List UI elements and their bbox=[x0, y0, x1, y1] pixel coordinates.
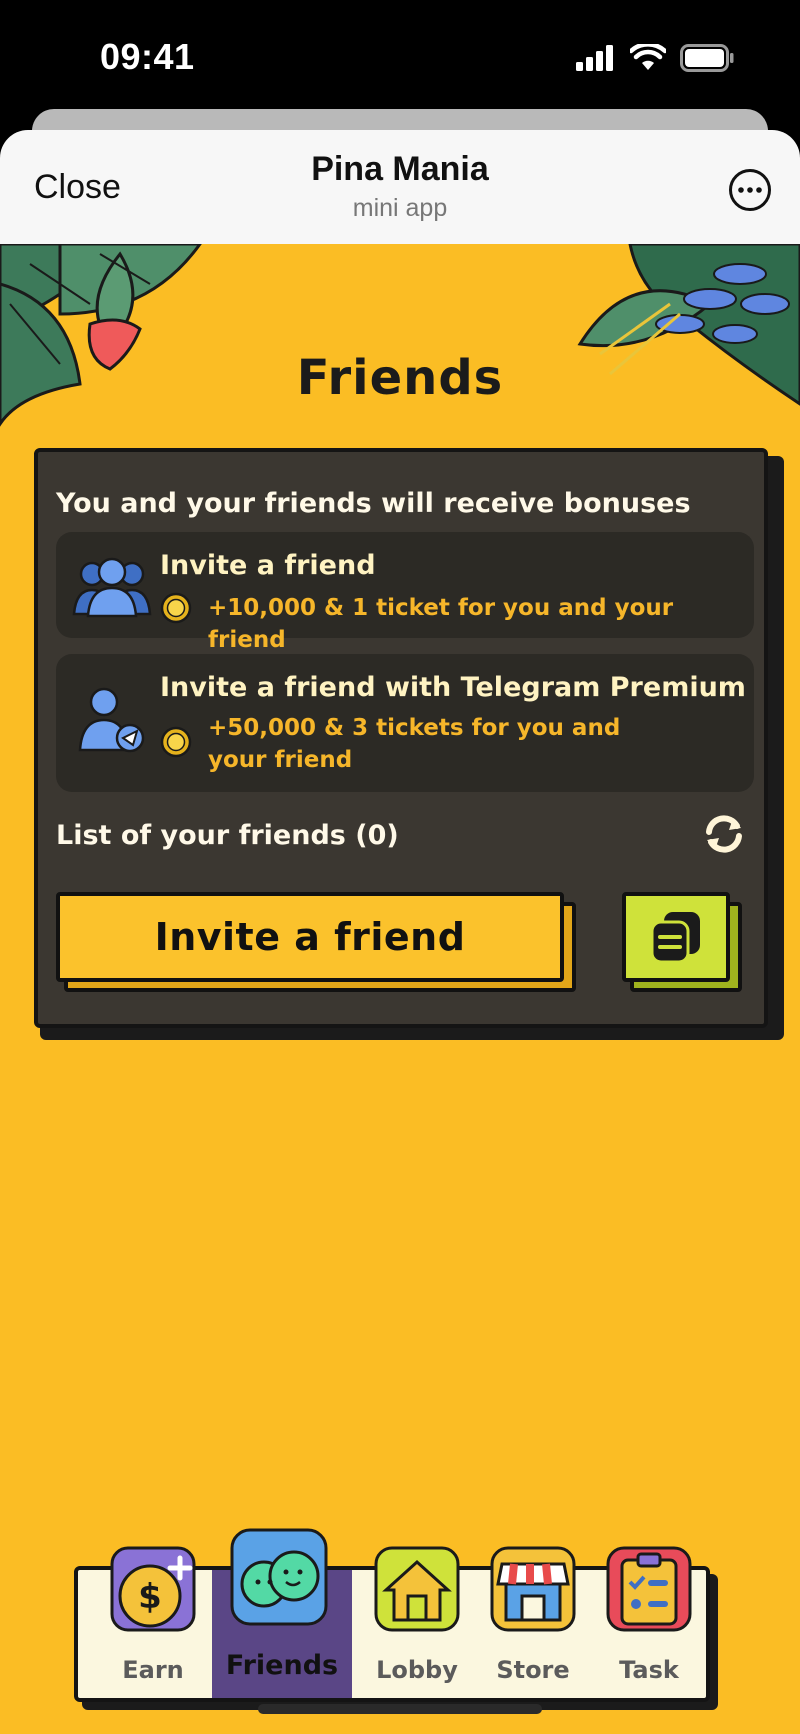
bonus-invite-premium-friend: Invite a friend with Telegram Premium +5… bbox=[56, 654, 754, 792]
copy-icon bbox=[650, 912, 700, 964]
copy-button-face bbox=[622, 892, 730, 982]
bonus-title: Invite a friend with Telegram Premium bbox=[160, 672, 746, 703]
nav-label: Friends bbox=[225, 1650, 339, 1681]
status-time: 09:41 bbox=[100, 36, 195, 77]
bonus-intro-text: You and your friends will receive bonuse… bbox=[56, 488, 691, 519]
copy-link-button[interactable] bbox=[622, 892, 742, 992]
invite-button-label: Invite a friend bbox=[56, 892, 564, 982]
bonus-reward: +50,000 & 3 tickets for you and your fri… bbox=[208, 715, 621, 773]
friends-card: You and your friends will receive bonuse… bbox=[34, 448, 768, 1028]
nav-label: Task bbox=[619, 1656, 679, 1684]
status-icons bbox=[576, 44, 734, 72]
refresh-icon[interactable] bbox=[700, 810, 748, 858]
nav-item-store[interactable]: Store bbox=[468, 1546, 584, 1698]
nav-item-task[interactable]: Task bbox=[584, 1546, 700, 1698]
coin-icon bbox=[160, 592, 192, 624]
bonus-title: Invite a friend bbox=[160, 550, 376, 581]
leaves-decoration-left bbox=[0, 244, 202, 427]
users-icon bbox=[72, 557, 152, 618]
premium-user-icon bbox=[78, 687, 145, 753]
friends-icon bbox=[230, 1528, 328, 1626]
home-indicator bbox=[258, 1704, 542, 1714]
svg-text:$: $ bbox=[138, 1577, 162, 1617]
nav-item-earn[interactable]: $ Earn bbox=[88, 1546, 204, 1698]
bonus-reward: +10,000 & 1 ticket for you and your frie… bbox=[208, 595, 674, 653]
bottom-nav: $ Earn Friends Lobby Store Task bbox=[74, 1528, 710, 1702]
page-title: Friends bbox=[296, 350, 504, 406]
status-bar: 09:41 bbox=[0, 0, 800, 110]
miniapp-header: Close Pina Mania mini app bbox=[0, 130, 800, 244]
nav-label: Store bbox=[496, 1656, 570, 1684]
battery-icon bbox=[680, 44, 734, 72]
earn-coin-icon: $ bbox=[110, 1546, 196, 1632]
nav-label: Lobby bbox=[376, 1656, 458, 1684]
nav-label: Earn bbox=[122, 1656, 184, 1684]
invite-friend-button[interactable]: Invite a friend bbox=[56, 892, 576, 992]
bonus-invite-friend: Invite a friend +10,000 & 1 ticket for y… bbox=[56, 532, 754, 653]
friends-list-label: List of your friends (0) bbox=[56, 820, 399, 851]
more-options-icon[interactable] bbox=[728, 168, 772, 212]
coin-icon bbox=[160, 726, 192, 758]
app-title: Pina Mania bbox=[311, 150, 489, 188]
store-icon bbox=[490, 1546, 576, 1632]
nav-item-friends[interactable]: Friends bbox=[212, 1528, 352, 1698]
app-subtitle: mini app bbox=[352, 194, 448, 222]
nav-item-lobby[interactable]: Lobby bbox=[352, 1546, 468, 1698]
app-content: Friends You and your friends will receiv… bbox=[0, 244, 800, 1734]
task-icon bbox=[606, 1546, 692, 1632]
wifi-icon bbox=[630, 44, 666, 70]
cellular-signal-icon bbox=[576, 45, 613, 71]
house-icon bbox=[374, 1546, 460, 1632]
